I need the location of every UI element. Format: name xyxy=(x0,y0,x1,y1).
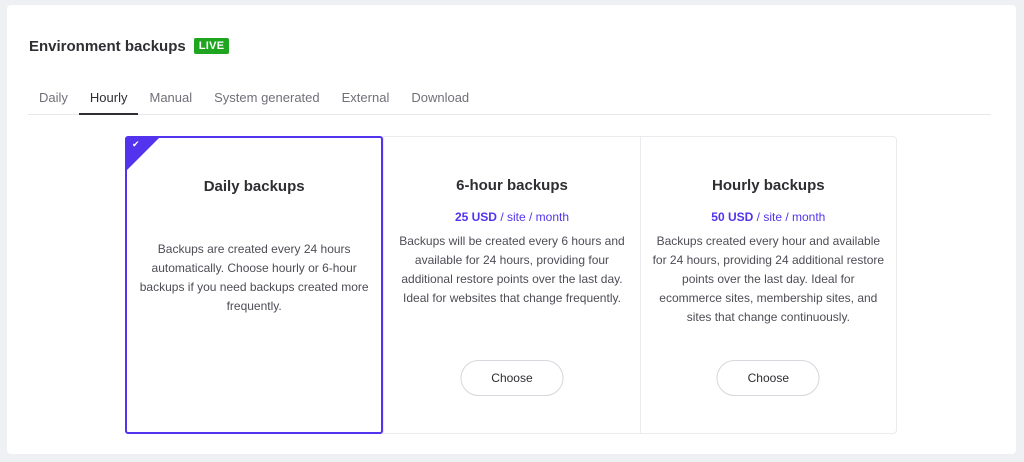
plan-price: 25 USD / site / month xyxy=(384,210,639,224)
page-title: Environment backups xyxy=(29,37,186,55)
section-header: Environment backups LIVE xyxy=(29,36,230,56)
tab-external[interactable]: External xyxy=(331,85,401,114)
check-icon: ✔ xyxy=(132,140,140,150)
choose-button[interactable]: Choose xyxy=(460,360,564,396)
live-badge: LIVE xyxy=(193,38,230,54)
plan-description: Backups are created every 24 hours autom… xyxy=(139,242,369,313)
price-amount: 50 USD xyxy=(711,210,754,224)
backups-panel: Environment backups LIVE Daily Hourly Ma… xyxy=(7,5,1016,454)
plan-card-6-hour[interactable]: 6-hour backups 25 USD / site / month Bac… xyxy=(383,137,639,433)
backup-tabs: Daily Hourly Manual System generated Ext… xyxy=(28,85,991,115)
plan-title: Daily backups xyxy=(203,178,305,195)
plan-title: 6-hour backups xyxy=(456,177,568,194)
plan-description: Backups created every hour and available… xyxy=(652,234,885,324)
tab-download[interactable]: Download xyxy=(400,85,480,114)
choose-button[interactable]: Choose xyxy=(716,360,820,396)
tab-daily[interactable]: Daily xyxy=(28,85,79,114)
plan-card-daily[interactable]: ✔ Daily backups Backups are created ever… xyxy=(125,136,384,434)
price-amount: 25 USD xyxy=(454,210,497,224)
plan-price: 50 USD / site / month xyxy=(641,210,896,224)
tab-hourly[interactable]: Hourly xyxy=(78,85,139,115)
tab-manual[interactable]: Manual xyxy=(138,85,203,114)
price-unit: / site / month xyxy=(753,210,826,224)
price-unit: / site / month xyxy=(496,210,570,224)
plan-card-hourly[interactable]: Hourly backups 50 USD / site / month Bac… xyxy=(639,137,896,433)
plan-title: Hourly backups xyxy=(712,177,825,194)
plan-description: Backups will be created every 6 hours an… xyxy=(399,234,625,305)
tab-system-generated[interactable]: System generated xyxy=(203,85,331,114)
backup-plan-options: ✔ Daily backups Backups are created ever… xyxy=(125,136,897,434)
